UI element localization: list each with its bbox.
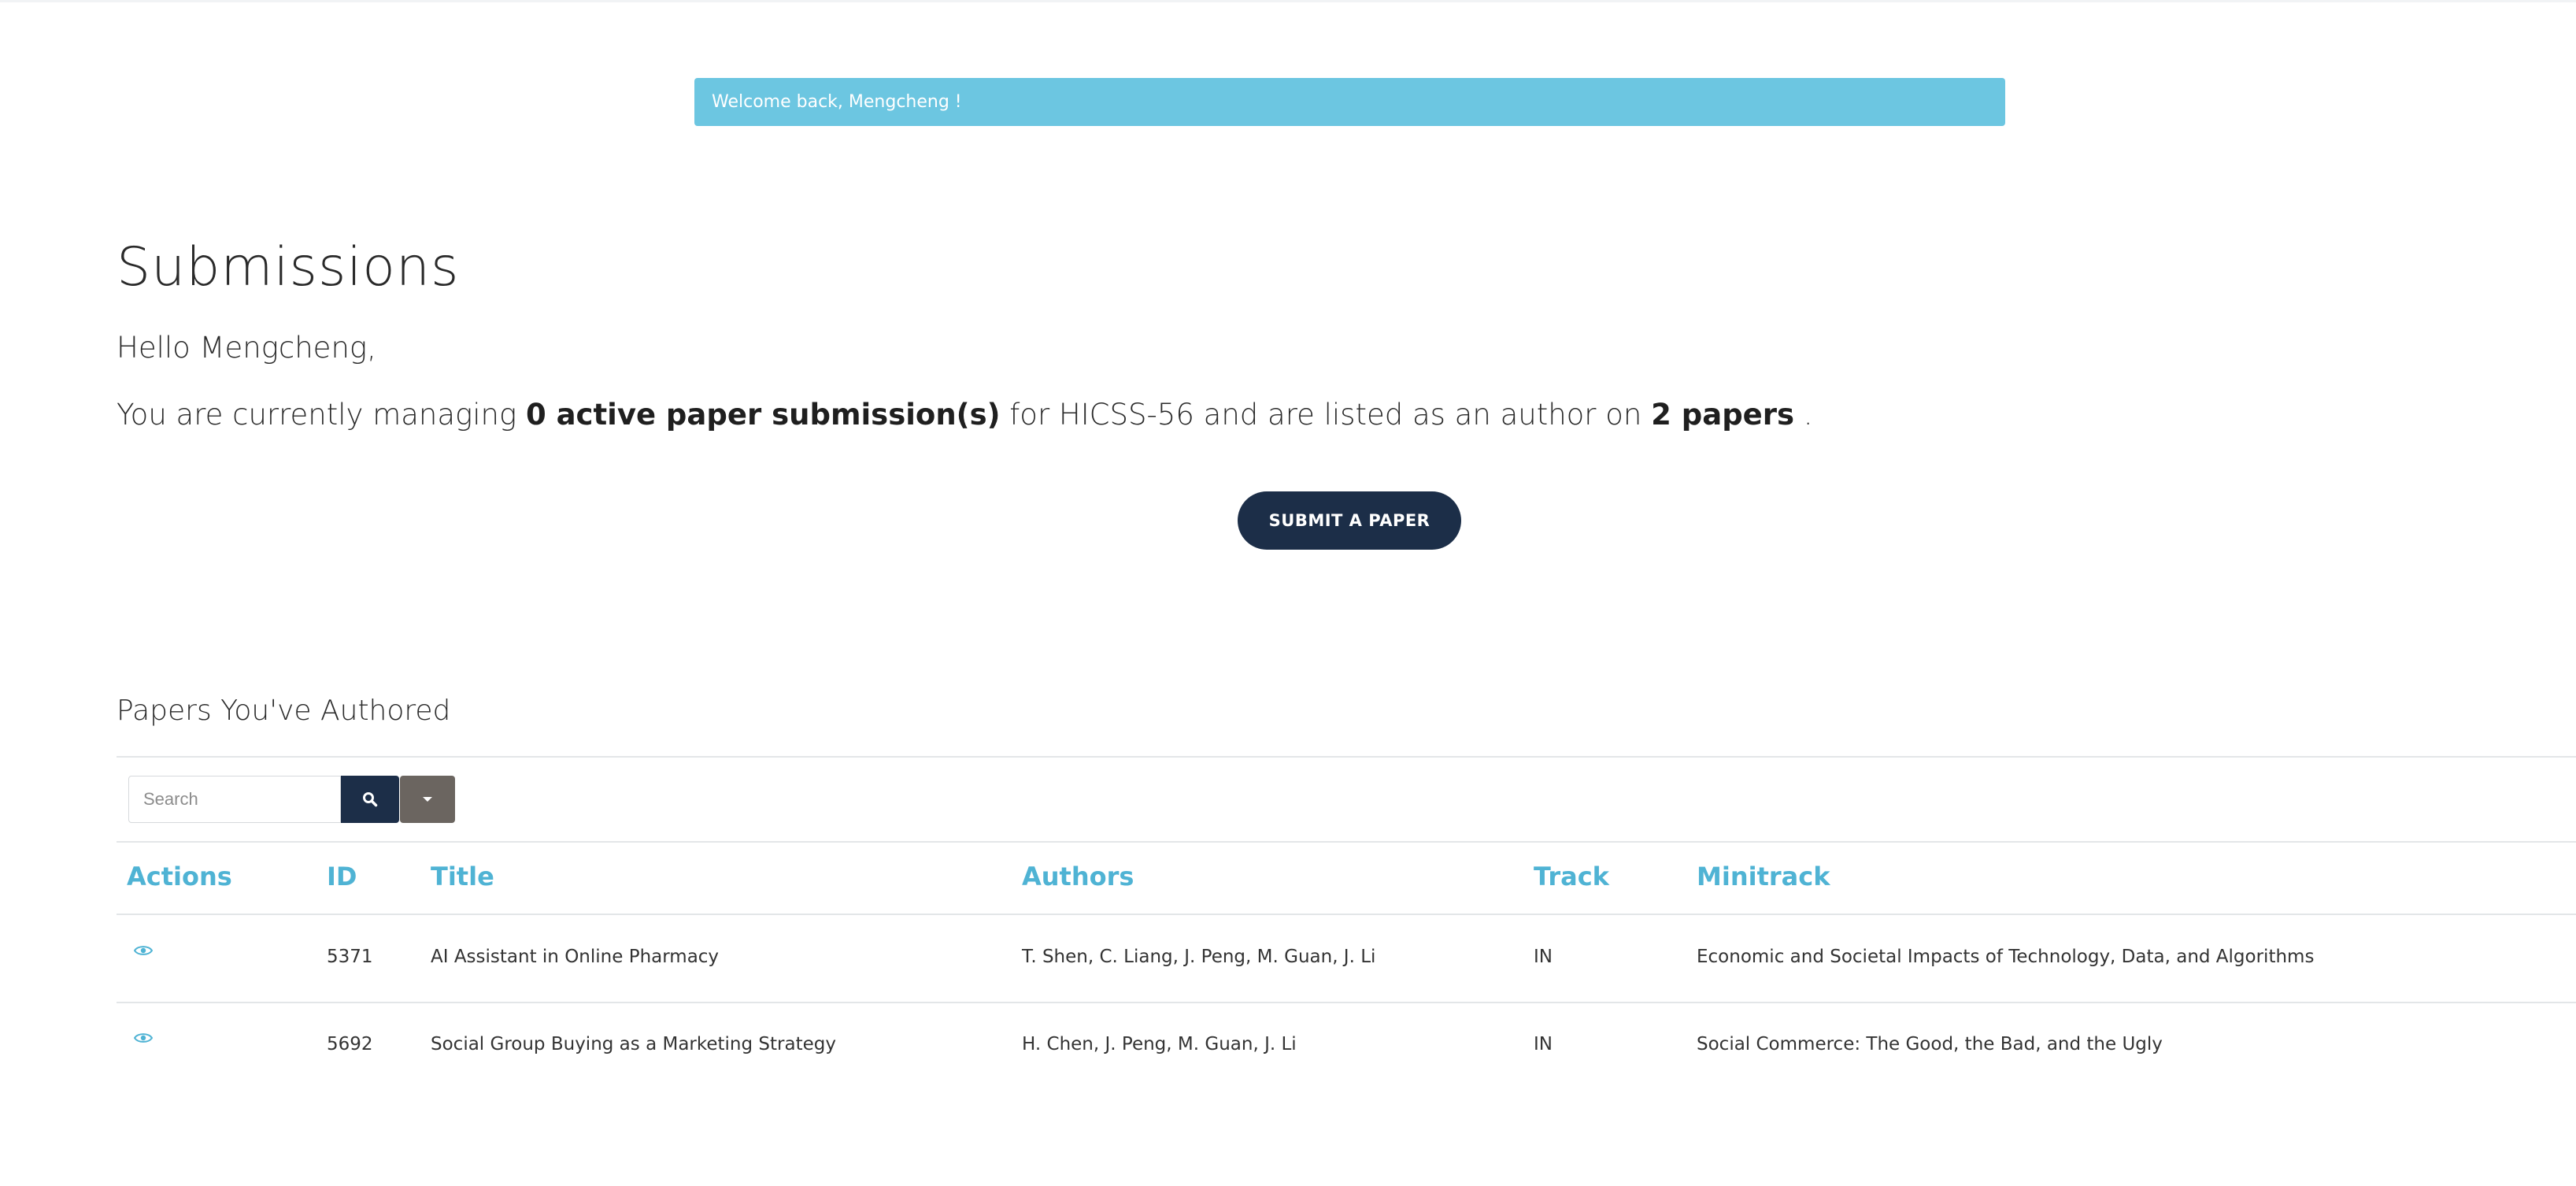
row-minitrack: Social Commerce: The Good, the Bad, and … xyxy=(1697,1034,2163,1054)
row-track: IN xyxy=(1534,1034,1553,1054)
search-icon xyxy=(363,792,378,807)
column-header-title[interactable]: Title xyxy=(431,862,494,891)
row-id: 5371 xyxy=(327,947,373,967)
authored-section-title: Papers You've Authored xyxy=(117,695,451,727)
submission-summary: You are currently managing 0 active pape… xyxy=(117,398,1813,432)
search-input[interactable] xyxy=(128,776,341,823)
papers-count: 2 papers xyxy=(1651,398,1795,432)
column-header-minitrack[interactable]: Minitrack xyxy=(1697,862,1830,891)
row-minitrack: Economic and Societal Impacts of Technol… xyxy=(1697,947,2315,967)
toolbar-divider xyxy=(117,841,2576,843)
column-header-actions[interactable]: Actions xyxy=(127,862,232,891)
summary-prefix: You are currently managing xyxy=(117,398,526,432)
top-border xyxy=(0,0,2576,2)
row-id: 5692 xyxy=(327,1034,373,1054)
row-track: IN xyxy=(1534,947,1553,967)
summary-suffix: . xyxy=(1794,398,1813,432)
summary-middle: for HICSS-56 and are listed as an author… xyxy=(1000,398,1652,432)
eye-icon[interactable] xyxy=(134,1032,153,1044)
submit-paper-button[interactable]: SUBMIT A PAPER xyxy=(1238,491,1461,550)
row-authors: H. Chen, J. Peng, M. Guan, J. Li xyxy=(1022,1034,1297,1054)
row-authors: T. Shen, C. Liang, J. Peng, M. Guan, J. … xyxy=(1022,947,1376,967)
greeting-text: Hello Mengcheng, xyxy=(117,331,376,365)
page-title: Submissions xyxy=(117,236,460,298)
column-header-id[interactable]: ID xyxy=(327,862,357,891)
search-button[interactable] xyxy=(341,776,399,823)
welcome-alert: Welcome back, Mengcheng ! xyxy=(694,78,2005,126)
row-divider xyxy=(117,1002,2576,1003)
filter-dropdown-button[interactable] xyxy=(400,776,455,823)
eye-icon[interactable] xyxy=(134,944,153,957)
header-divider xyxy=(117,914,2576,915)
section-divider xyxy=(117,756,2576,758)
column-header-authors[interactable]: Authors xyxy=(1022,862,1134,891)
column-header-track[interactable]: Track xyxy=(1534,862,1609,891)
active-count: 0 active paper submission(s) xyxy=(525,398,1001,432)
page: Welcome back, Mengcheng ! Submissions He… xyxy=(0,0,2576,1186)
caret-down-icon xyxy=(423,797,432,802)
row-title: AI Assistant in Online Pharmacy xyxy=(431,947,720,967)
row-title: Social Group Buying as a Marketing Strat… xyxy=(431,1034,836,1054)
